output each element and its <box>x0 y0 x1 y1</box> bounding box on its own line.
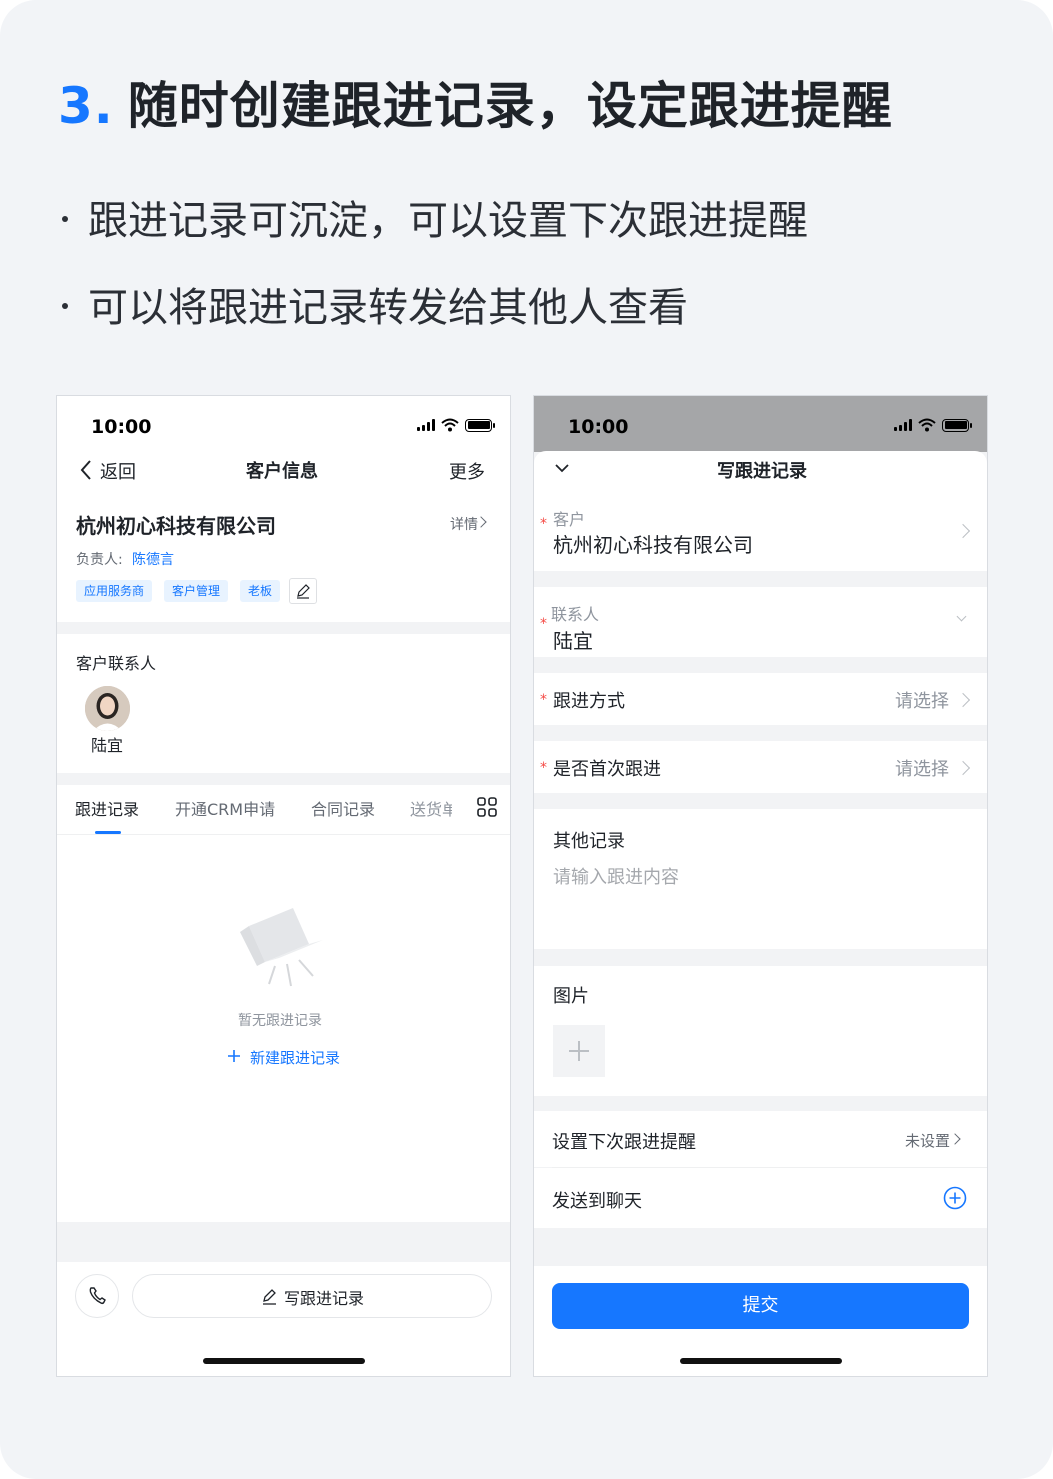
more-button[interactable]: 更多 <box>449 458 485 484</box>
tag-boss: 老板 <box>240 580 281 602</box>
person-avatar-icon <box>85 686 130 731</box>
chevron-right-icon <box>949 1133 961 1145</box>
heading-title: 随时创建跟进记录，设定跟进提醒 <box>127 77 893 135</box>
contact-label: 联系人 <box>551 605 600 624</box>
submit-button[interactable]: 提交 <box>552 1283 969 1329</box>
write-record-screen: 10:00 写跟进记录 * 客户 杭州初心科技有限公司 * 联系人 陆宜 * 跟… <box>533 395 988 1377</box>
bullet-1: 跟进记录可沉淀，可以设置下次跟进提醒 <box>62 188 808 246</box>
contact-value: 陆宜 <box>553 629 593 653</box>
heading-number: 3. <box>58 77 114 135</box>
owner-name[interactable]: 陈德言 <box>132 549 174 569</box>
signal-icon <box>417 419 435 431</box>
feature-heading: 3. 随时创建跟进记录，设定跟进提醒 <box>58 66 893 138</box>
tab-delivery[interactable]: 送货单 <box>410 796 456 820</box>
method-field[interactable]: * 跟进方式 请选择 <box>534 673 987 725</box>
add-image-button[interactable] <box>553 1025 605 1077</box>
write-record-button[interactable]: 写跟进记录 <box>132 1274 492 1318</box>
bottom-divider <box>57 1222 510 1262</box>
empty-box-icon <box>240 908 323 987</box>
nav-title: 客户信息 <box>246 461 318 482</box>
phone-icon <box>89 1287 106 1305</box>
contact-name[interactable]: 陆宜 <box>91 732 123 756</box>
required-mark: * <box>540 616 547 632</box>
status-time: 10:00 <box>91 416 152 438</box>
back-link[interactable]: 返回 <box>100 458 136 484</box>
customer-info-screen: 10:00 返回 客户信息 更多 杭州初心科技有限公司 详情 负责人: 陈德言 … <box>56 395 511 1377</box>
signal-icon <box>894 419 912 431</box>
first-followup-placeholder: 请选择 <box>895 759 949 780</box>
reminder-field[interactable]: 设置下次跟进提醒 未设置 <box>534 1111 987 1167</box>
grid-menu-icon[interactable] <box>477 797 497 817</box>
contacts-title: 客户联系人 <box>76 654 157 673</box>
wifi-icon <box>441 418 459 432</box>
chevron-down-icon <box>956 611 967 622</box>
reminder-label: 设置下次跟进提醒 <box>552 1132 696 1153</box>
form-title: 写跟进记录 <box>717 461 807 482</box>
new-record-link[interactable]: 新建跟进记录 <box>250 1047 340 1068</box>
contact-field[interactable]: * 联系人 陆宜 <box>534 587 987 657</box>
collapse-chevron-icon[interactable] <box>554 462 570 474</box>
other-records-input[interactable]: 请输入跟进内容 <box>553 863 679 889</box>
tag-customer-mgmt: 客户管理 <box>164 580 229 602</box>
reminder-value: 未设置 <box>905 1132 951 1150</box>
chevron-right-icon <box>955 523 971 539</box>
section-divider <box>57 622 510 634</box>
required-mark: * <box>540 516 547 532</box>
status-icons <box>417 418 495 432</box>
empty-state-text: 暂无跟进记录 <box>238 1013 322 1029</box>
add-circle-icon[interactable] <box>943 1186 967 1210</box>
required-mark: * <box>540 760 547 776</box>
contact-avatar[interactable] <box>85 686 130 731</box>
plus-icon <box>228 1050 240 1062</box>
edit-icon <box>297 584 310 599</box>
other-records-label: 其他记录 <box>553 831 625 852</box>
status-icons <box>894 418 972 432</box>
send-to-chat-label: 发送到聊天 <box>552 1191 642 1212</box>
company-name: 杭州初心科技有限公司 <box>76 514 276 538</box>
required-mark: * <box>540 692 547 708</box>
write-record-label: 写跟进记录 <box>284 1289 365 1308</box>
section-divider <box>57 773 510 785</box>
call-button[interactable] <box>75 1274 119 1318</box>
wifi-icon <box>918 418 936 432</box>
tab-contracts[interactable]: 合同记录 <box>311 796 375 820</box>
tab-follow-records[interactable]: 跟进记录 <box>75 796 139 820</box>
customer-field[interactable]: * 客户 杭州初心科技有限公司 <box>534 486 987 570</box>
tab-divider <box>57 834 510 835</box>
method-placeholder: 请选择 <box>895 691 949 712</box>
feature-card: 3. 随时创建跟进记录，设定跟进提醒 跟进记录可沉淀，可以设置下次跟进提醒 可以将… <box>0 0 1053 1479</box>
send-to-chat-field[interactable]: 发送到聊天 <box>534 1168 987 1228</box>
first-followup-field[interactable]: * 是否首次跟进 请选择 <box>534 741 987 793</box>
tag-app-provider: 应用服务商 <box>76 580 153 602</box>
chevron-right-icon <box>955 760 971 776</box>
tab-crm-apply[interactable]: 开通CRM申请 <box>175 796 275 820</box>
home-indicator <box>202 1358 365 1364</box>
status-time: 10:00 <box>568 416 629 438</box>
image-field: 图片 <box>534 966 987 1096</box>
detail-link[interactable]: 详情 <box>450 514 478 534</box>
method-label: 跟进方式 <box>553 691 625 712</box>
customer-value: 杭州初心科技有限公司 <box>553 533 753 557</box>
image-label: 图片 <box>553 986 589 1007</box>
customer-label: 客户 <box>553 510 586 529</box>
chevron-right-icon <box>955 692 971 708</box>
status-bar: 10:00 <box>534 396 987 452</box>
bullet-2: 可以将跟进记录转发给其他人查看 <box>62 275 688 333</box>
status-bar: 10:00 <box>57 396 510 452</box>
bullet-text: 可以将跟进记录转发给其他人查看 <box>88 285 688 331</box>
battery-icon <box>942 418 972 432</box>
back-arrow-icon[interactable] <box>79 459 93 481</box>
owner-label: 负责人: <box>76 552 123 568</box>
other-records-field: 其他记录 请输入跟进内容 <box>534 809 987 949</box>
plus-icon <box>569 1041 589 1061</box>
edit-tags-button[interactable] <box>289 578 317 604</box>
home-indicator <box>679 1358 842 1364</box>
pen-icon <box>263 1289 276 1305</box>
bullet-text: 跟进记录可沉淀，可以设置下次跟进提醒 <box>88 198 808 244</box>
bullet-dot <box>62 303 68 309</box>
submit-label: 提交 <box>742 1295 779 1316</box>
battery-icon <box>465 418 495 432</box>
first-followup-label: 是否首次跟进 <box>553 759 661 780</box>
bullet-dot <box>62 216 68 222</box>
